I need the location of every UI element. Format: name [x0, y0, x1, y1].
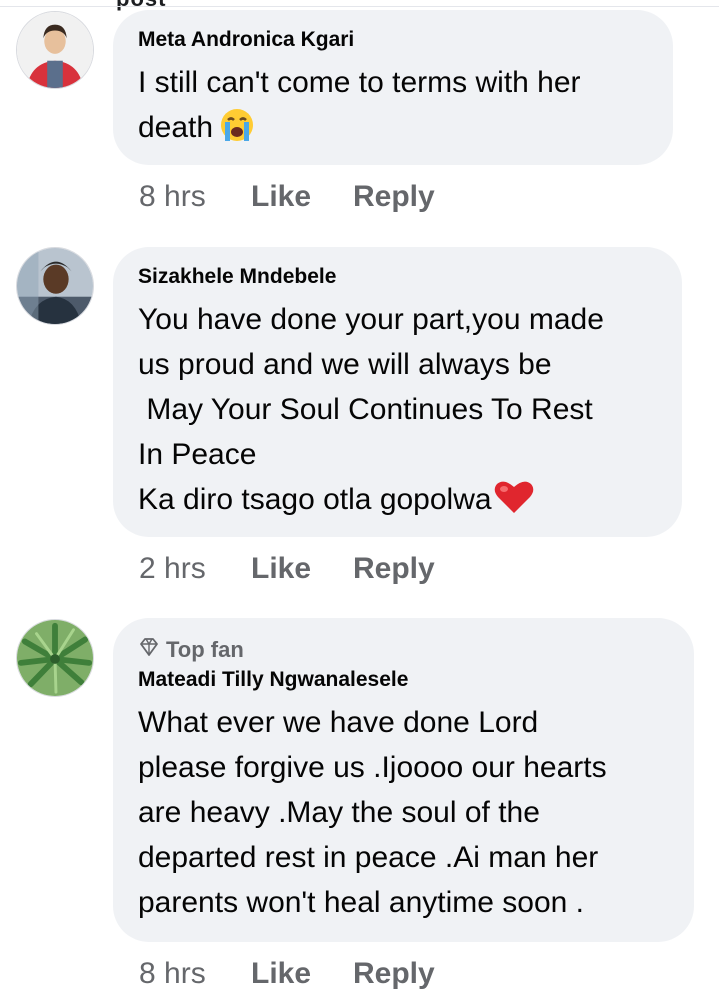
red-heart-emoji-icon: [493, 479, 535, 528]
timestamp[interactable]: 2 hrs: [139, 552, 251, 586]
crying-face-emoji-icon: [217, 107, 257, 156]
comment-actions: 8 hrs Like Reply: [139, 180, 435, 214]
like-button[interactable]: Like: [251, 957, 353, 991]
comment-bubble: Sizakhele Mndebele You have done your pa…: [113, 247, 682, 537]
comment-line: are heavy .May the soul of the: [138, 796, 540, 829]
comment-line: You have done your part,you made: [138, 303, 604, 336]
author-name[interactable]: Mateadi Tilly Ngwanalesele: [138, 668, 668, 692]
comment-bubble: Meta Andronica Kgari I still can't come …: [113, 10, 673, 165]
diamond-icon: [138, 636, 160, 664]
reply-button[interactable]: Reply: [353, 552, 435, 586]
comment-line: us proud and we will always be: [138, 348, 552, 381]
comment-line: please forgive us .Ijoooo our hearts: [138, 751, 607, 784]
comment-text: You have done your part,you made us prou…: [138, 297, 656, 528]
comment-bubble: Top fan Mateadi Tilly Ngwanalesele What …: [113, 618, 694, 942]
comment-text: I still can't come to terms with her dea…: [138, 60, 647, 156]
timestamp[interactable]: 8 hrs: [139, 180, 251, 214]
comment-line: May Your Soul Continues To Rest: [138, 393, 593, 426]
comment-line-text: Ka diro tsago otla gopolwa: [138, 483, 492, 516]
avatar[interactable]: [16, 11, 94, 89]
avatar[interactable]: [16, 619, 94, 697]
comment-line: departed rest in peace .Ai man her: [138, 841, 599, 874]
comment-text: What ever we have done Lord please forgi…: [138, 700, 668, 925]
top-fan-badge[interactable]: Top fan: [138, 636, 668, 664]
avatar[interactable]: [16, 247, 94, 325]
comment-line: What ever we have done Lord: [138, 706, 539, 739]
comment-line: Ka diro tsago otla gopolwa: [138, 477, 656, 528]
comment-line: In Peace: [138, 438, 257, 471]
divider: [0, 6, 719, 7]
reply-button[interactable]: Reply: [353, 180, 435, 214]
reply-button[interactable]: Reply: [353, 957, 435, 991]
like-button[interactable]: Like: [251, 180, 353, 214]
comment-actions: 2 hrs Like Reply: [139, 552, 435, 586]
avatar-photo: [17, 248, 93, 324]
comment-line: I still can't come to terms with her: [138, 66, 581, 99]
comment-actions: 8 hrs Like Reply: [139, 957, 435, 991]
comment-line: parents won't heal anytime soon .: [138, 886, 584, 919]
author-name[interactable]: Sizakhele Mndebele: [138, 265, 656, 289]
like-button[interactable]: Like: [251, 552, 353, 586]
author-name[interactable]: Meta Andronica Kgari: [138, 28, 647, 52]
avatar-photo: [17, 620, 93, 696]
timestamp[interactable]: 8 hrs: [139, 957, 251, 991]
badge-label: Top fan: [166, 637, 244, 662]
comment-line-text: death: [138, 111, 214, 144]
comment-line: death: [138, 105, 647, 156]
avatar-photo: [17, 12, 93, 88]
